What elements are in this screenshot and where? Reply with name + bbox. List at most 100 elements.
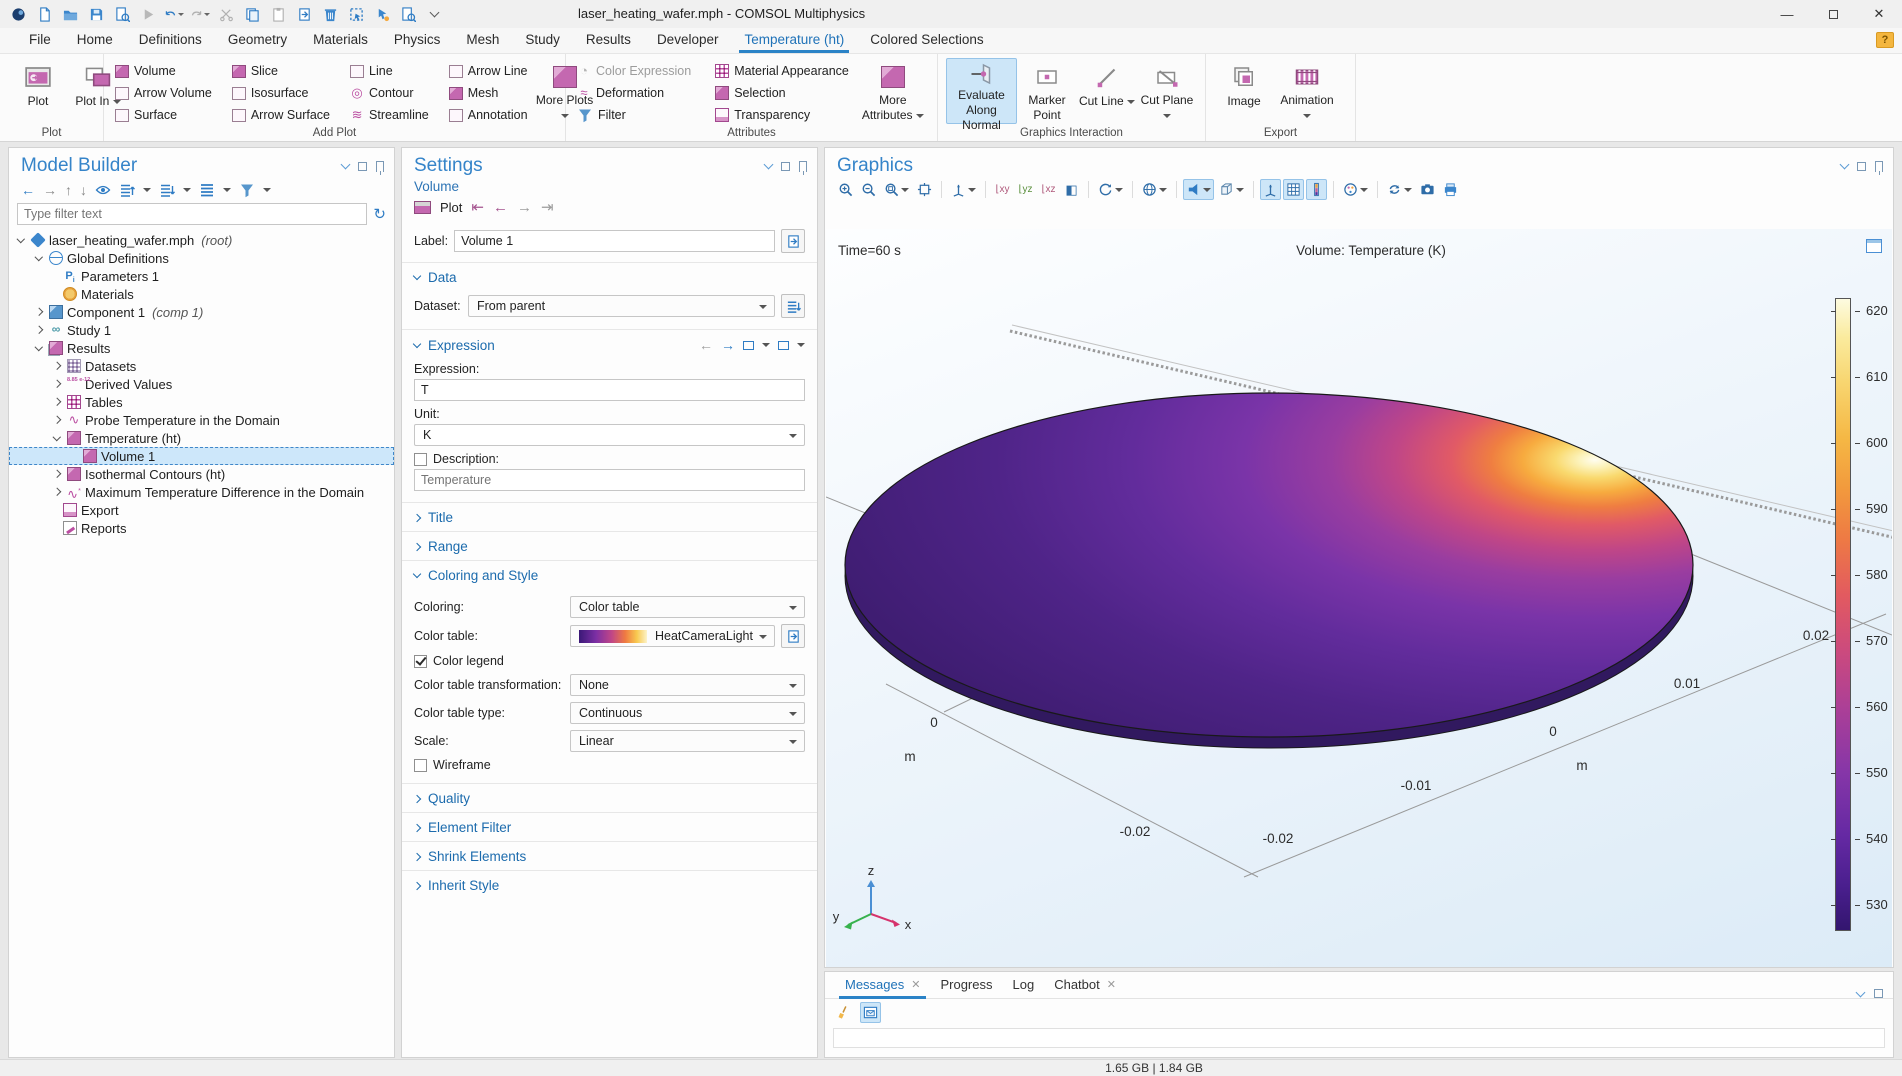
tree-item-isothermal-contours[interactable]: Isothermal Contours (ht) bbox=[9, 465, 394, 483]
view-yz-icon[interactable]: ⌊yz bbox=[1015, 179, 1036, 200]
color-table-browse-button[interactable] bbox=[781, 624, 805, 648]
add-arrow-surface-button[interactable]: Arrow Surface bbox=[229, 104, 333, 126]
tab-progress[interactable]: Progress bbox=[932, 972, 1000, 998]
pin-icon[interactable] bbox=[799, 161, 807, 172]
expand-down-icon[interactable] bbox=[159, 182, 175, 198]
tab-physics[interactable]: Physics bbox=[381, 28, 454, 53]
tree-item-study-1[interactable]: ∞Study 1 bbox=[9, 321, 394, 339]
show-icon[interactable] bbox=[95, 182, 111, 198]
image-button[interactable]: Image bbox=[1214, 58, 1274, 124]
tab-materials[interactable]: Materials bbox=[300, 28, 381, 53]
tab-study[interactable]: Study bbox=[512, 28, 573, 53]
replace-expression-icon[interactable] bbox=[743, 341, 754, 350]
add-arrow-volume-button[interactable]: Arrow Volume bbox=[112, 82, 215, 104]
collapse-up-icon[interactable] bbox=[119, 182, 135, 198]
view-xz-icon[interactable]: ⌊xz bbox=[1038, 179, 1059, 200]
tree-item-max-temperature-difference[interactable]: ∿*Maximum Temperature Difference in the … bbox=[9, 483, 394, 501]
float-panel-icon[interactable] bbox=[1874, 989, 1883, 998]
maximize-button[interactable] bbox=[1810, 0, 1856, 28]
tree-item-derived-values[interactable]: 8.85 e-12Derived Values bbox=[9, 375, 394, 393]
import-icon[interactable] bbox=[294, 4, 314, 24]
forward-icon[interactable]: → bbox=[43, 182, 57, 198]
section-range[interactable]: Range bbox=[402, 531, 817, 560]
new-file-icon[interactable] bbox=[34, 4, 54, 24]
qat-customize-chevron[interactable] bbox=[424, 4, 444, 24]
deformation-button[interactable]: ≈Deformation bbox=[574, 82, 694, 104]
tree-item-materials[interactable]: Materials bbox=[9, 285, 394, 303]
tab-home[interactable]: Home bbox=[64, 28, 126, 53]
close-button[interactable]: ✕ bbox=[1856, 0, 1902, 28]
cut-plane-button[interactable]: Cut Plane bbox=[1137, 58, 1197, 124]
copy-icon[interactable] bbox=[242, 4, 262, 24]
tree-filter-input[interactable] bbox=[17, 203, 367, 225]
material-appearance-button[interactable]: Material Appearance bbox=[712, 60, 852, 82]
close-tab-icon[interactable]: ✕ bbox=[1107, 978, 1116, 991]
save-as-icon[interactable] bbox=[112, 4, 132, 24]
coloring-select[interactable]: Color table bbox=[570, 596, 805, 618]
plot-window-icon[interactable] bbox=[414, 201, 431, 214]
zoom-in-icon[interactable] bbox=[835, 179, 856, 200]
tree-item-datasets[interactable]: Datasets bbox=[9, 357, 394, 375]
paste-icon[interactable] bbox=[268, 4, 288, 24]
refresh-icon[interactable]: ↻ bbox=[373, 205, 386, 223]
undo-icon[interactable] bbox=[164, 4, 184, 24]
next-plot-icon[interactable]: → bbox=[517, 200, 532, 215]
plot-button[interactable]: Plot bbox=[8, 58, 68, 124]
transparency-button[interactable]: Transparency bbox=[712, 104, 852, 126]
tree-item-global-definitions[interactable]: Global Definitions bbox=[9, 249, 394, 267]
transparency-toggle-icon[interactable] bbox=[1216, 179, 1247, 200]
preview-icon[interactable] bbox=[398, 4, 418, 24]
tab-chatbot[interactable]: Chatbot✕ bbox=[1046, 972, 1124, 998]
more-attributes-button[interactable]: More Attributes bbox=[858, 58, 928, 124]
move-up-icon[interactable]: ↑ bbox=[65, 182, 72, 198]
description-input[interactable] bbox=[414, 469, 805, 491]
float-panel-icon[interactable] bbox=[1857, 162, 1866, 171]
show-grid-icon[interactable] bbox=[1283, 179, 1304, 200]
float-panel-icon[interactable] bbox=[781, 162, 790, 171]
tree-item-component-1[interactable]: Component 1(comp 1) bbox=[9, 303, 394, 321]
minimize-button[interactable]: — bbox=[1764, 0, 1810, 28]
pick-icon[interactable] bbox=[372, 4, 392, 24]
clear-messages-icon[interactable] bbox=[833, 1002, 854, 1023]
open-file-icon[interactable] bbox=[60, 4, 80, 24]
first-plot-icon[interactable]: ⇤ bbox=[471, 200, 484, 215]
add-annotation-button[interactable]: Annotation bbox=[446, 104, 531, 126]
print-icon[interactable] bbox=[1440, 179, 1461, 200]
wireframe-checkbox[interactable] bbox=[414, 759, 427, 772]
animation-button[interactable]: Animation bbox=[1274, 58, 1340, 124]
show-color-legend-icon[interactable] bbox=[1306, 179, 1327, 200]
help-icon[interactable]: ? bbox=[1876, 32, 1894, 48]
rename-button[interactable] bbox=[781, 229, 805, 253]
color-legend-checkbox[interactable] bbox=[414, 655, 427, 668]
section-title[interactable]: Title bbox=[402, 502, 817, 531]
tab-messages[interactable]: Messages✕ bbox=[837, 972, 928, 998]
color-table-type-select[interactable]: Continuous bbox=[570, 702, 805, 724]
description-checkbox[interactable] bbox=[414, 453, 427, 466]
rotate-view-icon[interactable] bbox=[1095, 179, 1126, 200]
tab-developer[interactable]: Developer bbox=[644, 28, 732, 53]
mirror-view-icon[interactable]: ◧ bbox=[1061, 179, 1082, 200]
tab-file[interactable]: File bbox=[16, 28, 64, 53]
snapshot-icon[interactable] bbox=[1417, 179, 1438, 200]
panel-menu-icon[interactable] bbox=[1856, 987, 1866, 997]
close-tab-icon[interactable]: ✕ bbox=[911, 978, 920, 991]
add-slice-button[interactable]: Slice bbox=[229, 60, 333, 82]
cut-icon[interactable] bbox=[216, 4, 236, 24]
section-coloring-and-style[interactable]: Coloring and Style bbox=[402, 560, 817, 589]
back-icon[interactable]: ← bbox=[21, 182, 35, 198]
section-inherit-style[interactable]: Inherit Style bbox=[402, 870, 817, 899]
add-mesh-button[interactable]: Mesh bbox=[446, 82, 531, 104]
section-quality[interactable]: Quality bbox=[402, 783, 817, 812]
tree-item-temperature-ht[interactable]: Temperature (ht) bbox=[9, 429, 394, 447]
expression-input[interactable] bbox=[414, 379, 805, 401]
run-icon[interactable] bbox=[138, 4, 158, 24]
tree-item-root[interactable]: laser_heating_wafer.mph(root) bbox=[9, 231, 394, 249]
float-panel-icon[interactable] bbox=[358, 162, 367, 171]
filter-button[interactable]: Filter bbox=[574, 104, 694, 126]
tree-item-tables[interactable]: Tables bbox=[9, 393, 394, 411]
tree-item-export[interactable]: Export bbox=[9, 501, 394, 519]
tree-item-reports[interactable]: Reports bbox=[9, 519, 394, 537]
pin-icon[interactable] bbox=[1875, 161, 1883, 172]
move-down-icon[interactable]: ↓ bbox=[80, 182, 87, 198]
tab-temperature-ht[interactable]: Temperature (ht) bbox=[731, 28, 857, 53]
